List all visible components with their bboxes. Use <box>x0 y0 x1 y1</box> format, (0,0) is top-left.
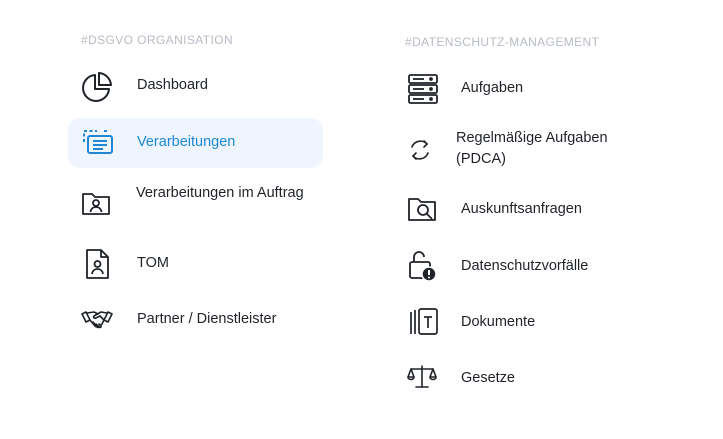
nav-item-tom[interactable]: TOM <box>68 240 323 288</box>
server-stack-icon <box>408 74 438 104</box>
folder-search-icon <box>407 196 439 224</box>
nav-item-tom-label: TOM <box>137 255 169 271</box>
nav-item-partner-dienstleister-label: Partner / Dienstleister <box>137 311 277 327</box>
unlocked-alert-icon <box>409 250 439 282</box>
pie-chart-icon <box>80 70 114 104</box>
section-title-dsgvo-organisation: #DSGVO ORGANISATION <box>81 33 234 47</box>
nav-item-dokumente-label: Dokumente <box>461 314 536 330</box>
section-title-datenschutz-management: #DATENSCHUTZ-MANAGEMENT <box>405 35 600 49</box>
nav-item-regelmaessige-aufgaben-label: Regelmäßige Aufgaben (PDCA) <box>456 130 608 167</box>
nav-item-gesetze[interactable]: Gesetze <box>396 354 651 402</box>
list-card-icon <box>82 128 114 156</box>
nav-item-dashboard-label: Dashboard <box>137 77 208 93</box>
nav-item-gesetze-label: Gesetze <box>461 370 515 386</box>
documents-icon <box>407 308 439 336</box>
document-user-icon <box>85 248 111 280</box>
nav-item-verarbeitungen-im-auftrag[interactable]: Verarbeitungen im Auftrag <box>68 178 323 232</box>
nav-item-regelmaessige-aufgaben[interactable]: Regelmäßige Aufgaben (PDCA) <box>396 124 651 176</box>
nav-item-verarbeitungen[interactable]: Verarbeitungen <box>68 118 323 168</box>
nav-item-dokumente[interactable]: Dokumente <box>396 298 651 346</box>
nav-item-auskunftsanfragen-label: Auskunftsanfragen <box>461 201 582 217</box>
nav-item-aufgaben-label: Aufgaben <box>461 80 524 96</box>
nav-item-auskunftsanfragen[interactable]: Auskunftsanfragen <box>396 186 651 234</box>
nav-item-verarbeitungen-im-auftrag-label: Verarbeitungen im Auftrag <box>136 185 304 201</box>
nav-item-aufgaben[interactable]: Aufgaben <box>396 64 651 112</box>
nav-item-partner-dienstleister[interactable]: Partner / Dienstleister <box>68 296 323 344</box>
nav-item-dashboard[interactable]: Dashboard <box>68 60 323 112</box>
nav-item-verarbeitungen-label: Verarbeitungen <box>137 134 236 150</box>
scales-icon <box>407 364 437 390</box>
handshake-icon <box>81 308 113 332</box>
nav-item-datenschutzvorfaelle[interactable]: Datenschutzvorfälle <box>396 242 651 290</box>
refresh-icon <box>408 138 432 162</box>
nav-item-datenschutzvorfaelle-label: Datenschutzvorfälle <box>461 258 589 274</box>
folder-user-icon <box>81 190 111 216</box>
